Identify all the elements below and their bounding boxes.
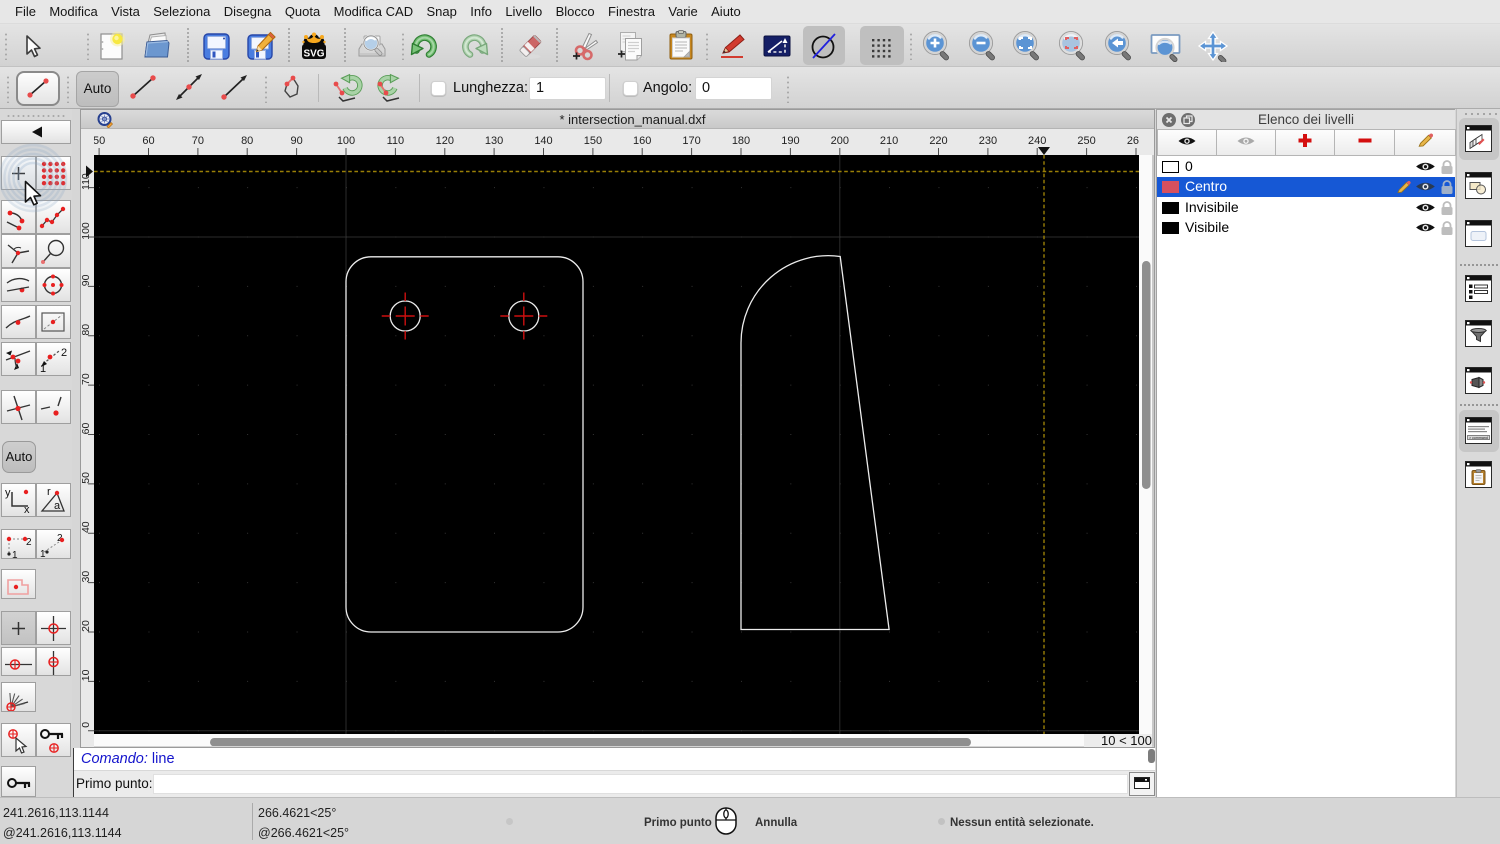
svg-text:210: 210 bbox=[880, 135, 898, 147]
svg-text:220: 220 bbox=[929, 135, 947, 147]
svg-text:180: 180 bbox=[732, 135, 750, 147]
svg-text:240: 240 bbox=[1028, 135, 1046, 147]
svg-text:0: 0 bbox=[81, 722, 92, 728]
svg-text:120: 120 bbox=[436, 135, 454, 147]
svg-text:200: 200 bbox=[831, 135, 849, 147]
svg-text:r: r bbox=[47, 486, 51, 498]
svg-text:1: 1 bbox=[40, 549, 46, 558]
svg-text:2: 2 bbox=[61, 347, 67, 359]
svg-text:70: 70 bbox=[192, 135, 204, 147]
svg-text:80: 80 bbox=[81, 324, 92, 336]
svg-text:110: 110 bbox=[387, 135, 405, 147]
svg-text:> command: > command bbox=[1469, 436, 1488, 440]
svg-text:60: 60 bbox=[142, 135, 154, 147]
svg-text:160: 160 bbox=[633, 135, 651, 147]
svg-text:20: 20 bbox=[81, 620, 92, 632]
svg-text:10: 10 bbox=[81, 669, 92, 681]
svg-text:170: 170 bbox=[682, 135, 700, 147]
svg-text:140: 140 bbox=[534, 135, 552, 147]
svg-text:70: 70 bbox=[81, 373, 92, 385]
svg-text:80: 80 bbox=[241, 135, 253, 147]
svg-text:y: y bbox=[5, 487, 11, 499]
svg-text:60: 60 bbox=[81, 423, 92, 435]
svg-text:230: 230 bbox=[979, 135, 997, 147]
svg-text:50: 50 bbox=[93, 135, 105, 147]
svg-text:190: 190 bbox=[781, 135, 799, 147]
svg-text:10 < 100: 10 < 100 bbox=[1101, 733, 1152, 747]
svg-text:100: 100 bbox=[337, 135, 355, 147]
svg-text:SVG: SVG bbox=[303, 49, 324, 60]
svg-text:90: 90 bbox=[290, 135, 302, 147]
svg-text:90: 90 bbox=[81, 274, 92, 286]
svg-text:50: 50 bbox=[81, 472, 92, 484]
svg-text:250: 250 bbox=[1077, 135, 1095, 147]
svg-text:40: 40 bbox=[81, 521, 92, 533]
svg-text:150: 150 bbox=[584, 135, 602, 147]
svg-text:130: 130 bbox=[485, 135, 503, 147]
svg-text:1: 1 bbox=[12, 550, 18, 558]
svg-text:30: 30 bbox=[81, 571, 92, 583]
